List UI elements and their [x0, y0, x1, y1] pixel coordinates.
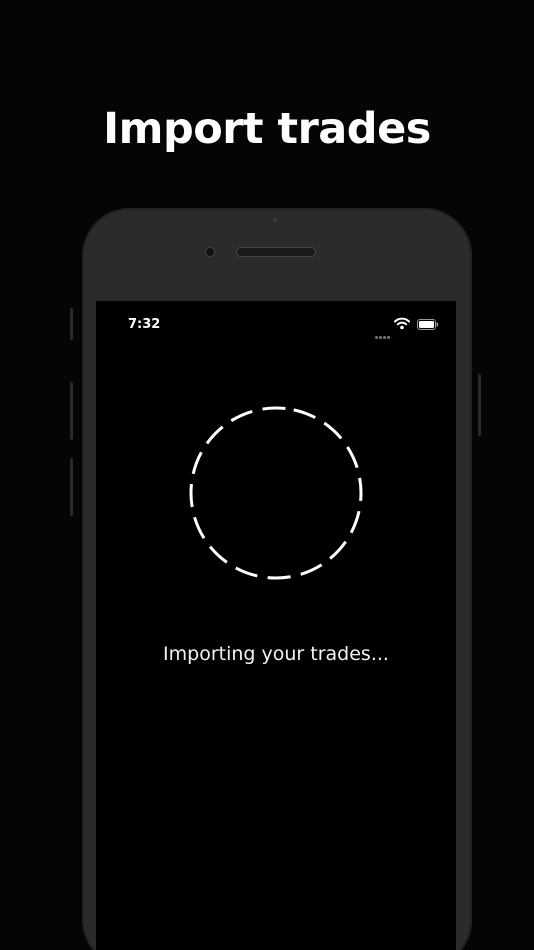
phone-screen: 7:32 Importing your trades...: [96, 301, 456, 950]
wifi-icon: [394, 317, 410, 330]
status-time: 7:32: [128, 317, 161, 332]
import-status-message: Importing your trades...: [163, 643, 389, 665]
dashed-circle-spinner-icon: [189, 406, 363, 580]
volume-down-button: [70, 458, 73, 516]
signal-dots-icon: [375, 326, 393, 339]
battery-icon: [417, 319, 439, 330]
volume-up-button: [70, 382, 73, 440]
front-camera-icon: [206, 248, 214, 256]
earpiece-speaker: [237, 248, 315, 256]
mute-switch: [70, 308, 73, 340]
power-button: [478, 374, 481, 436]
proximity-sensor: [273, 218, 277, 222]
headline: Import trades: [103, 104, 431, 154]
